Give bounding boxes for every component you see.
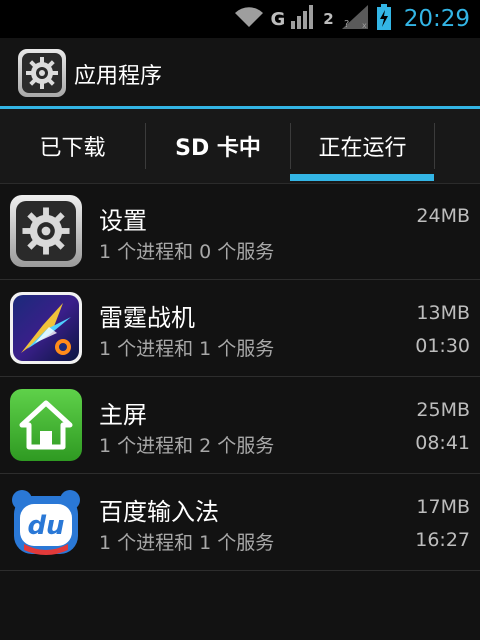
app-running-time: 16:27 <box>415 529 470 551</box>
home-icon <box>10 389 82 461</box>
battery-charging-icon <box>376 4 392 34</box>
status-bar: G 2 ? x 20:29 <box>0 0 480 38</box>
app-name: 主屏 <box>99 401 147 429</box>
app-process-info: 1 个进程和 2 个服务 <box>99 435 275 457</box>
app-name: 雷霆战机 <box>99 304 195 332</box>
app-running-time: 01:30 <box>415 335 470 357</box>
svg-text:?: ? <box>344 19 349 29</box>
sim2-label: 2 <box>323 10 334 28</box>
list-item[interactable]: 主屏 1 个进程和 2 个服务 25MB 08:41 <box>0 377 480 474</box>
status-icons: G 2 ? x 20:29 <box>228 0 470 38</box>
app-memory: 13MB <box>416 302 470 324</box>
tab-selected-indicator <box>290 174 434 181</box>
page-title: 应用程序 <box>74 64 163 89</box>
app-process-info: 1 个进程和 0 个服务 <box>99 241 275 263</box>
app-process-info: 1 个进程和 1 个服务 <box>99 338 275 360</box>
app-name: 百度输入法 <box>99 498 219 526</box>
sim2-signal-icon: ? x <box>340 5 370 33</box>
tab-downloaded[interactable]: 已下载 <box>0 109 145 183</box>
list-item[interactable]: du 百度输入法 1 个进程和 1 个服务 17MB 16:27 <box>0 474 480 571</box>
app-memory: 17MB <box>416 496 470 518</box>
tab-bar: 已下载 SD 卡中 正在运行 <box>0 109 480 184</box>
svg-text:du: du <box>27 511 64 541</box>
signal-icon <box>291 5 317 33</box>
list-item[interactable]: 雷霆战机 1 个进程和 1 个服务 13MB 01:30 <box>0 280 480 377</box>
clock: 20:29 <box>403 6 470 32</box>
tab-sd-card[interactable]: SD 卡中 <box>146 109 290 183</box>
svg-text:x: x <box>362 21 367 29</box>
app-memory: 24MB <box>416 205 470 227</box>
wifi-icon <box>234 6 264 32</box>
baidu-input-icon: du <box>10 486 82 558</box>
running-app-list: 设置 1 个进程和 0 个服务 24MB 雷霆战机 1 个进程和 1 个服务 1… <box>0 183 480 571</box>
settings-gear-icon <box>10 195 82 267</box>
tab-divider <box>434 123 435 169</box>
list-item[interactable]: 设置 1 个进程和 0 个服务 24MB <box>0 183 480 280</box>
game-jet-icon <box>10 292 82 364</box>
tab-running[interactable]: 正在运行 <box>291 109 434 183</box>
app-process-info: 1 个进程和 1 个服务 <box>99 532 275 554</box>
network-type-label: G <box>270 8 286 30</box>
settings-gear-icon[interactable] <box>18 49 66 97</box>
action-bar: 应用程序 <box>0 38 480 109</box>
app-memory: 25MB <box>416 399 470 421</box>
app-name: 设置 <box>99 207 147 235</box>
app-running-time: 08:41 <box>415 432 470 454</box>
